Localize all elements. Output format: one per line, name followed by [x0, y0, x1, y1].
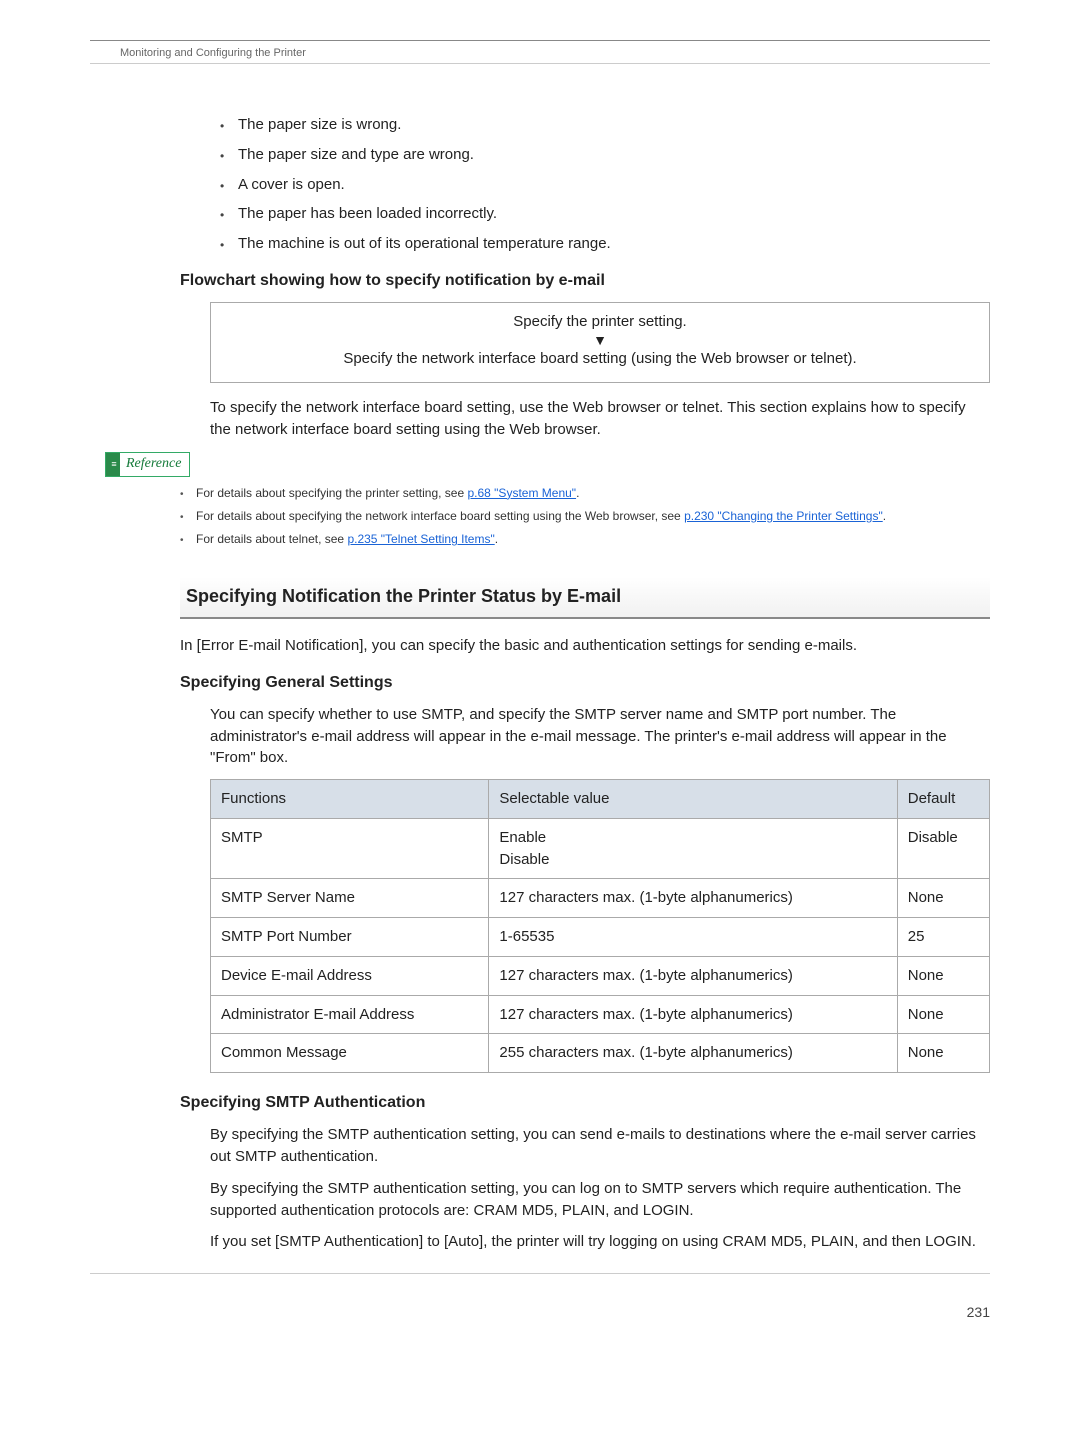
- cell-function: Common Message: [211, 1034, 489, 1073]
- cell-function: SMTP Port Number: [211, 918, 489, 957]
- section-intro: In [Error E-mail Notification], you can …: [180, 635, 990, 657]
- reference-label: Reference: [126, 456, 181, 471]
- general-settings-table: Functions Selectable value Default SMTP …: [210, 779, 990, 1073]
- list-item: The paper has been loaded incorrectly.: [220, 203, 990, 225]
- content-area: The paper size is wrong. The paper size …: [90, 114, 990, 1253]
- cell-function: SMTP: [211, 818, 489, 879]
- reference-item: For details about specifying the printer…: [180, 485, 990, 502]
- reference-item: For details about specifying the network…: [180, 508, 990, 525]
- flowchart-box: Specify the printer setting. ▼ Specify t…: [210, 302, 990, 383]
- table-row: SMTP Port Number 1-65535 25: [211, 918, 990, 957]
- top-rule: [90, 40, 990, 41]
- table-wrapper: Functions Selectable value Default SMTP …: [210, 779, 990, 1073]
- list-item: A cover is open.: [220, 174, 990, 196]
- reference-text: For details about telnet, see: [196, 532, 347, 546]
- reference-icon: ≡: [108, 458, 120, 470]
- col-default: Default: [897, 780, 989, 819]
- cell-selectable: 127 characters max. (1-byte alphanumeric…: [489, 956, 897, 995]
- cell-default: None: [897, 879, 989, 918]
- issue-list: The paper size is wrong. The paper size …: [180, 114, 990, 255]
- smtp-auth-p1: By specifying the SMTP authentication se…: [210, 1124, 990, 1168]
- cell-selectable: Enable Disable: [489, 818, 897, 879]
- table-row: SMTP Enable Disable Disable: [211, 818, 990, 879]
- page-footer: 231: [90, 1273, 990, 1320]
- col-functions: Functions: [211, 780, 489, 819]
- page: Monitoring and Configuring the Printer T…: [0, 0, 1080, 1350]
- reference-list: For details about specifying the printer…: [180, 485, 990, 549]
- reference-suffix: .: [576, 486, 579, 500]
- cell-function: Device E-mail Address: [211, 956, 489, 995]
- flowchart-heading: Flowchart showing how to specify notific…: [180, 269, 990, 292]
- running-header: Monitoring and Configuring the Printer: [90, 47, 990, 64]
- flow-arrow-icon: ▼: [219, 333, 981, 348]
- cell-default: None: [897, 995, 989, 1034]
- smtp-auth-heading: Specifying SMTP Authentication: [180, 1091, 990, 1114]
- section-heading: Specifying Notification the Printer Stat…: [180, 577, 990, 619]
- flow-step-1: Specify the printer setting.: [219, 311, 981, 333]
- reference-text: For details about specifying the network…: [196, 509, 684, 523]
- table-row: Device E-mail Address 127 characters max…: [211, 956, 990, 995]
- smtp-auth-p2: By specifying the SMTP authentication se…: [210, 1178, 990, 1222]
- page-number: 231: [967, 1304, 990, 1320]
- flow-note: To specify the network interface board s…: [210, 397, 990, 441]
- cell-selectable: 255 characters max. (1-byte alphanumeric…: [489, 1034, 897, 1073]
- general-settings-heading: Specifying General Settings: [180, 671, 990, 694]
- table-row: Administrator E-mail Address 127 charact…: [211, 995, 990, 1034]
- cell-default: Disable: [897, 818, 989, 879]
- list-item: The machine is out of its operational te…: [220, 233, 990, 255]
- table-header-row: Functions Selectable value Default: [211, 780, 990, 819]
- reference-suffix: .: [495, 532, 498, 546]
- cell-function: SMTP Server Name: [211, 879, 489, 918]
- smtp-auth-p3: If you set [SMTP Authentication] to [Aut…: [210, 1231, 990, 1253]
- cell-default: None: [897, 1034, 989, 1073]
- list-item: The paper size and type are wrong.: [220, 144, 990, 166]
- reference-link[interactable]: p.230 "Changing the Printer Settings": [684, 509, 883, 523]
- reference-text: For details about specifying the printer…: [196, 486, 467, 500]
- general-settings-intro: You can specify whether to use SMTP, and…: [210, 704, 990, 769]
- list-item: The paper size is wrong.: [220, 114, 990, 136]
- reference-badge: ≡ Reference: [105, 452, 990, 476]
- table-row: Common Message 255 characters max. (1-by…: [211, 1034, 990, 1073]
- reference-link[interactable]: p.235 "Telnet Setting Items": [347, 532, 494, 546]
- cell-default: None: [897, 956, 989, 995]
- table-row: SMTP Server Name 127 characters max. (1-…: [211, 879, 990, 918]
- cell-selectable: 127 characters max. (1-byte alphanumeric…: [489, 995, 897, 1034]
- reference-link[interactable]: p.68 "System Menu": [467, 486, 576, 500]
- reference-suffix: .: [883, 509, 886, 523]
- cell-function: Administrator E-mail Address: [211, 995, 489, 1034]
- cell-selectable: 1-65535: [489, 918, 897, 957]
- col-selectable: Selectable value: [489, 780, 897, 819]
- cell-default: 25: [897, 918, 989, 957]
- reference-item: For details about telnet, see p.235 "Tel…: [180, 531, 990, 548]
- cell-selectable: 127 characters max. (1-byte alphanumeric…: [489, 879, 897, 918]
- flow-step-2: Specify the network interface board sett…: [219, 348, 981, 370]
